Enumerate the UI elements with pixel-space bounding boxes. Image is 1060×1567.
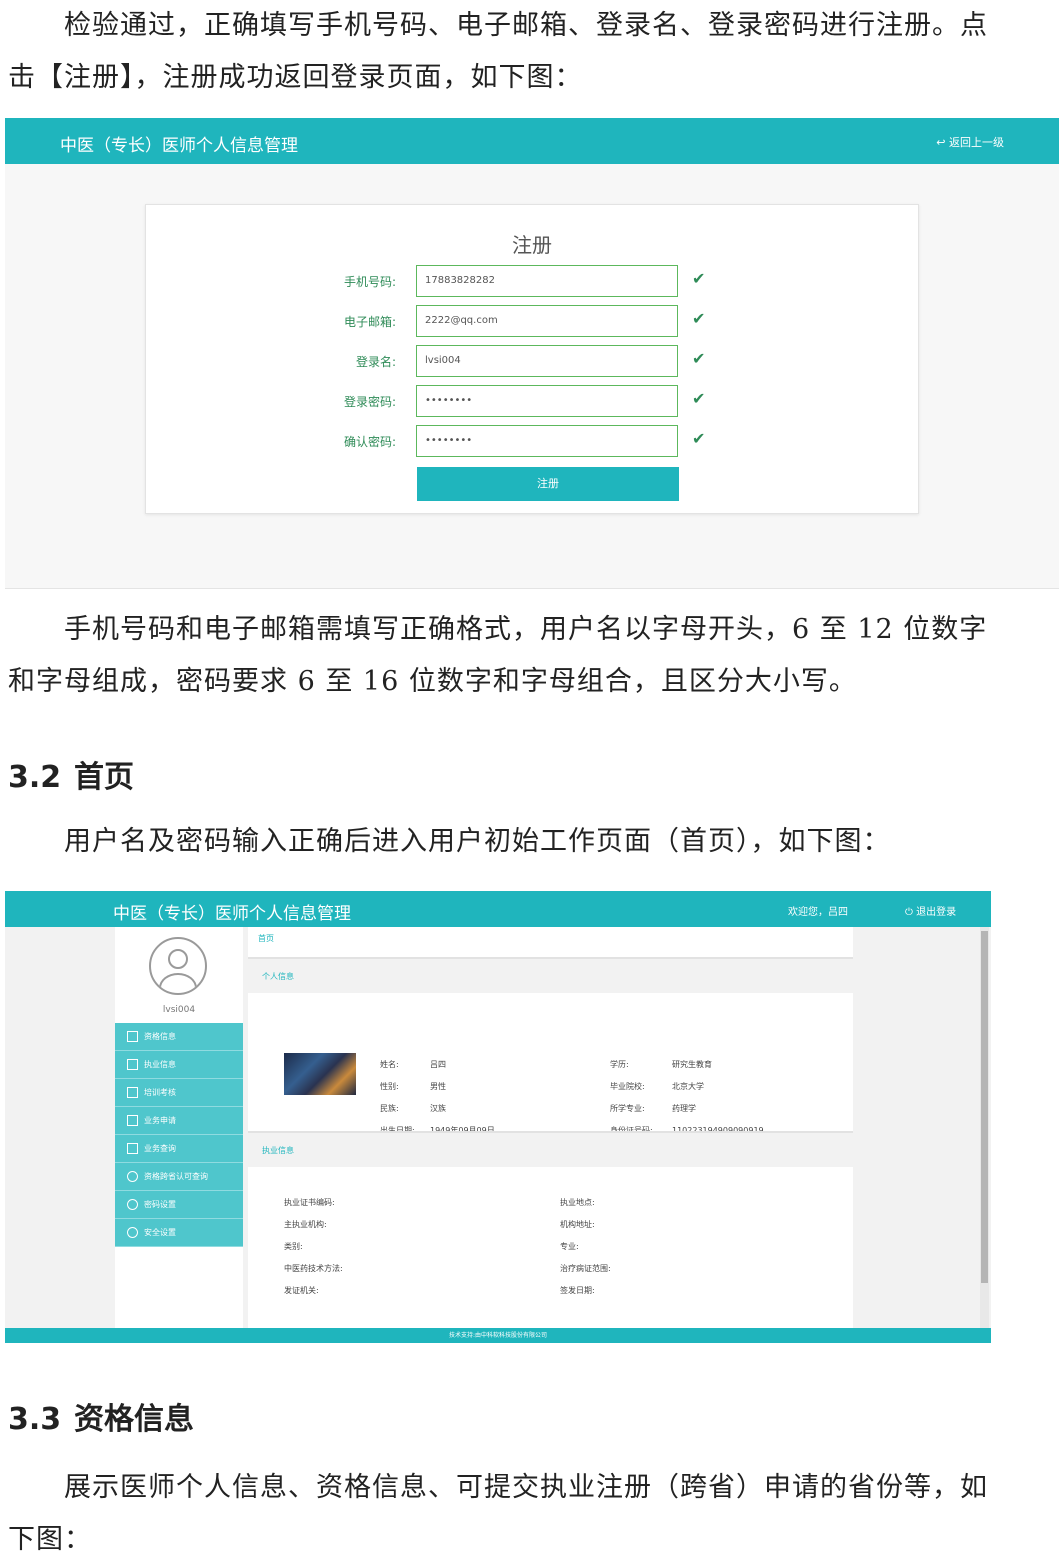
intro-paragraph: 检验通过，正确填写手机号码、电子邮箱、登录名、登录密码进行注册。点击【注册】，注… [8, 10, 988, 93]
logout-button[interactable]: ⏻ 退出登录 [905, 903, 956, 918]
app-title: 中医（专长）医师个人信息管理 [113, 904, 351, 924]
document-icon [127, 1087, 138, 1098]
check-icon: ✔ [692, 309, 706, 328]
ethnicity-field: 民族: 汉族 [380, 1104, 446, 1113]
sidebar-item-apply[interactable]: 业务申请 [115, 1107, 243, 1135]
app-title: 中医（专长）医师个人信息管理 [60, 136, 298, 156]
avatar-icon [149, 937, 207, 995]
sidebar-item-training[interactable]: 培训考核 [115, 1079, 243, 1107]
category-field: 类别: [284, 1242, 303, 1251]
check-icon: ✔ [692, 269, 706, 288]
institution-address-field: 机构地址: [560, 1220, 595, 1229]
register-button[interactable]: 注册 [417, 467, 679, 501]
username: lvsi004 [162, 1005, 196, 1015]
major-field: 所学专业: 药理学 [610, 1104, 696, 1113]
tcm-method-field: 中医药技术方法: [284, 1264, 343, 1273]
sidebar-item-qualification[interactable]: 资格信息 [115, 1023, 243, 1051]
back-arrow-icon: ↩ [936, 136, 949, 149]
email-input[interactable]: 2222@qq.com [416, 305, 678, 337]
check-icon: ✔ [692, 389, 706, 408]
gender-field: 性别: 男性 [380, 1082, 446, 1091]
home-header: 中医（专长）医师个人信息管理 欢迎您，吕四 ⏻ 退出登录 [5, 891, 991, 927]
gear-icon [127, 1171, 138, 1182]
home-screenshot: 中医（专长）医师个人信息管理 欢迎您，吕四 ⏻ 退出登录 lvsi004 资格信… [5, 891, 991, 1343]
confirm-password-input[interactable]: •••••••• [416, 425, 678, 457]
personal-info-header: 个人信息 [248, 957, 853, 993]
home-intro-paragraph: 用户名及密码输入正确后进入用户初始工作页面（首页），如下图： [64, 826, 891, 857]
school-field: 毕业院校: 北京大学 [610, 1082, 704, 1091]
register-screenshot: 中医（专长）医师个人信息管理 ↩ 返回上一级 注册 手机号码: 17883828… [5, 118, 1059, 589]
issue-date-field: 签发日期: [560, 1286, 595, 1295]
education-field: 学历: 研究生教育 [610, 1060, 712, 1069]
sidebar-item-password[interactable]: 密码设置 [115, 1191, 243, 1219]
document-icon [127, 1031, 138, 1042]
password-row: 登录密码: •••••••• ✔ [146, 385, 918, 419]
section-heading-3-3: 3.3 资格信息 [8, 1402, 194, 1437]
gear-icon [127, 1227, 138, 1238]
form-icon [127, 1143, 138, 1154]
phone-input[interactable]: 17883828282 [416, 265, 678, 297]
password-label: 登录密码: [343, 395, 396, 409]
name-field: 姓名: 吕四 [380, 1060, 446, 1069]
login-name-input[interactable]: lvsi004 [416, 345, 678, 377]
institution-field: 主执业机构: [284, 1220, 327, 1229]
sidebar-item-practice[interactable]: 执业信息 [115, 1051, 243, 1079]
practice-place-field: 执业地点: [560, 1198, 595, 1207]
email-label: 电子邮箱: [343, 315, 396, 329]
phone-row: 手机号码: 17883828282 ✔ [146, 265, 918, 299]
check-icon: ✔ [692, 429, 706, 448]
section-heading-3-2: 3.2 首页 [8, 760, 134, 795]
gear-icon [127, 1199, 138, 1210]
sidebar-menu: 资格信息 执业信息 培训考核 业务申请 业务查询 资格跨省认可查询 密码设置 安… [115, 1023, 243, 1247]
footer: 技术支持:由中科软科技股份有限公司 [5, 1328, 991, 1343]
form-icon [127, 1115, 138, 1126]
document-icon [127, 1059, 138, 1070]
login-name-row: 登录名: lvsi004 ✔ [146, 345, 918, 379]
email-row: 电子邮箱: 2222@qq.com ✔ [146, 305, 918, 339]
sidebar-item-cross-province[interactable]: 资格跨省认可查询 [115, 1163, 243, 1191]
profile-photo [284, 1053, 356, 1095]
power-icon: ⏻ [905, 907, 917, 918]
confirm-password-label: 确认密码: [343, 435, 396, 449]
form-title: 注册 [512, 233, 552, 257]
rules-paragraph: 手机号码和电子邮箱需填写正确格式，用户名以字母开头，6 至 12 位数字和字母组… [8, 614, 988, 697]
register-form: 注册 手机号码: 17883828282 ✔ 电子邮箱: 2222@qq.com… [145, 204, 919, 514]
register-header: 中医（专长）医师个人信息管理 ↩ 返回上一级 [5, 118, 1059, 164]
treatment-scope-field: 治疗病证范围: [560, 1264, 611, 1273]
check-icon: ✔ [692, 349, 706, 368]
back-link[interactable]: ↩ 返回上一级 [936, 134, 1004, 150]
issuer-field: 发证机关: [284, 1286, 319, 1295]
practice-info-header: 执业信息 [248, 1131, 853, 1167]
login-name-label: 登录名: [355, 355, 396, 369]
main-content: 首页 个人信息 姓名:吕四 性别:男性 民族:汉族 出生日期:1949年09月0… [248, 927, 853, 1328]
password-input[interactable]: •••••••• [416, 385, 678, 417]
specialty-field: 专业: [560, 1242, 579, 1251]
sidebar: lvsi004 资格信息 执业信息 培训考核 业务申请 业务查询 资格跨省认可查… [115, 927, 243, 1328]
breadcrumb[interactable]: 首页 [258, 933, 274, 944]
sidebar-item-query[interactable]: 业务查询 [115, 1135, 243, 1163]
scrollbar[interactable] [980, 927, 989, 1328]
license-code-field: 执业证书编码: [284, 1198, 335, 1207]
sidebar-item-security[interactable]: 安全设置 [115, 1219, 243, 1247]
confirm-password-row: 确认密码: •••••••• ✔ [146, 425, 918, 459]
phone-label: 手机号码: [343, 275, 396, 289]
qualification-paragraph: 展示医师个人信息、资格信息、可提交执业注册（跨省）申请的省份等，如下图： [8, 1472, 988, 1555]
scrollbar-thumb[interactable] [981, 931, 988, 1283]
welcome-text: 欢迎您，吕四 [788, 907, 848, 918]
